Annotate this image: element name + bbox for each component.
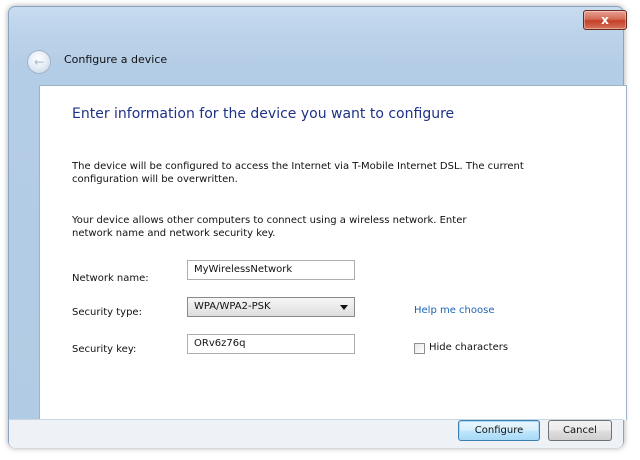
configure-device-window: Enter information for the device you wan… bbox=[8, 6, 627, 448]
configure-button[interactable]: Configure bbox=[458, 420, 540, 441]
back-button[interactable]: ← bbox=[27, 50, 51, 74]
hide-characters-label: Hide characters bbox=[429, 342, 509, 353]
hide-characters-checkbox[interactable] bbox=[414, 343, 425, 354]
help-me-choose-link[interactable]: Help me choose bbox=[414, 305, 494, 316]
network-name-field[interactable]: MyWirelessNetwork bbox=[187, 260, 355, 280]
security-key-label: Security key: bbox=[72, 344, 137, 355]
back-arrow-icon: ← bbox=[33, 55, 45, 69]
cancel-button[interactable]: Cancel bbox=[548, 420, 612, 441]
security-type-label: Security type: bbox=[72, 307, 142, 318]
network-name-label: Network name: bbox=[72, 273, 149, 284]
security-type-select[interactable]: WPA/WPA2-PSK bbox=[187, 297, 355, 317]
page-heading: Enter information for the device you wan… bbox=[72, 106, 455, 122]
content-panel: Enter information for the device you wan… bbox=[39, 85, 627, 420]
window-title: Configure a device bbox=[64, 53, 168, 66]
security-key-field[interactable]: ORv6z76q bbox=[187, 334, 355, 354]
close-button[interactable]: x bbox=[583, 10, 627, 30]
chevron-down-icon bbox=[340, 305, 348, 310]
security-type-value: WPA/WPA2-PSK bbox=[194, 301, 271, 312]
close-icon: x bbox=[601, 13, 609, 27]
wireless-info: Your device allows other computers to co… bbox=[72, 215, 467, 239]
overwrite-notice: The device will be configured to access … bbox=[72, 161, 524, 185]
